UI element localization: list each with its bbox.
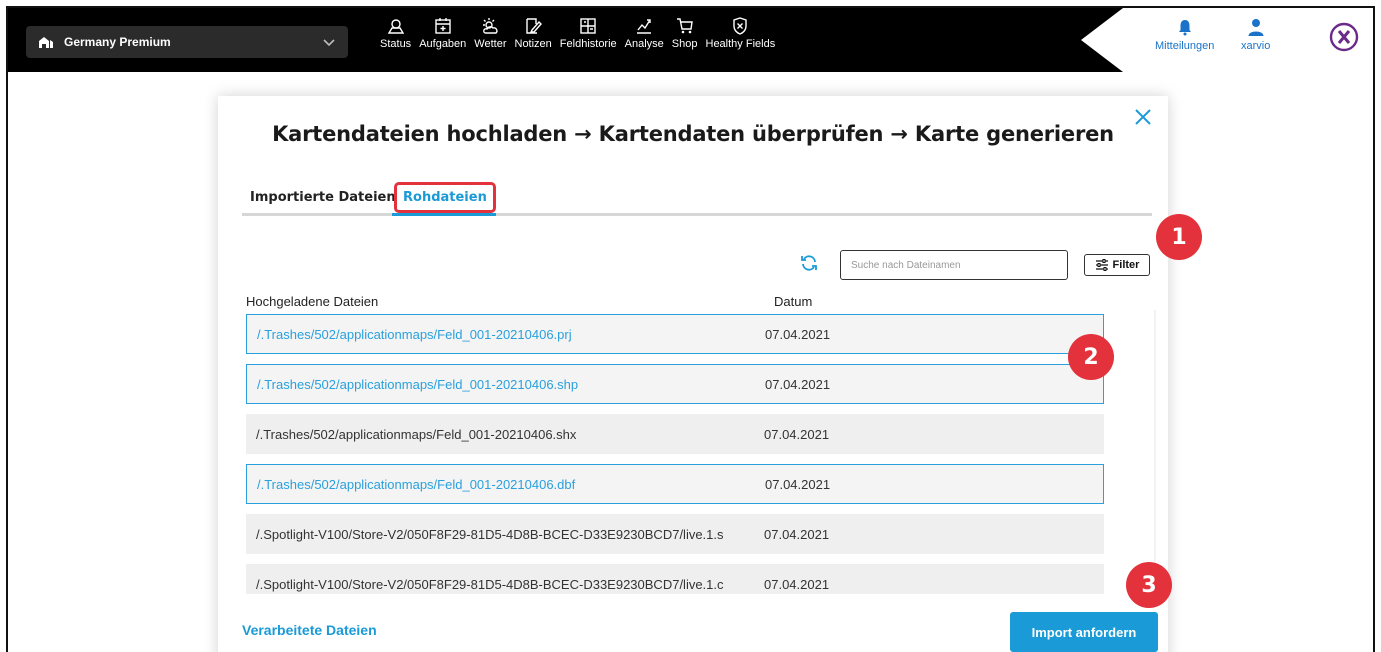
chevron-down-icon <box>323 39 335 47</box>
file-name: /.Trashes/502/applicationmaps/Feld_001-2… <box>257 476 576 492</box>
user-icon <box>1248 19 1264 36</box>
status-icon <box>387 19 404 34</box>
file-name: /.Spotlight-V100/Store-V2/050F8F29-81D5-… <box>256 526 724 542</box>
file-row[interactable]: /.Trashes/502/applicationmaps/Feld_001-2… <box>246 414 1104 454</box>
nav-healthy-fields[interactable]: Healthy Fields <box>705 16 776 66</box>
file-tabs: Importierte Dateien Rohdateien <box>242 182 1152 216</box>
file-date: 07.04.2021 <box>765 326 831 342</box>
analysis-icon <box>637 19 652 34</box>
topbar-notch <box>1081 8 1123 72</box>
upload-map-dialog: Kartendateien hochladen → Kartendaten üb… <box>218 96 1168 652</box>
nav-field-history[interactable]: Feldhistorie <box>560 16 617 66</box>
calendar-icon <box>435 18 451 34</box>
file-name: /.Trashes/502/applicationmaps/Feld_001-2… <box>256 426 577 442</box>
main-nav: Status Aufgaben Wetter Notizen Feldhisto… <box>380 16 783 66</box>
farm-icon <box>39 37 53 48</box>
user-area: Mitteilungen xarvio <box>1081 8 1373 72</box>
file-row[interactable]: /.Spotlight-V100/Store-V2/050F8F29-81D5-… <box>246 514 1104 554</box>
nav-weather[interactable]: Wetter <box>474 16 507 66</box>
filter-icon <box>1095 259 1108 271</box>
tab-imported-files[interactable]: Importierte Dateien <box>250 190 396 205</box>
search-input[interactable] <box>840 250 1068 280</box>
file-date: 07.04.2021 <box>764 426 830 442</box>
column-header-date: Datum <box>774 294 813 309</box>
dialog-title: Kartendateien hochladen → Kartendaten üb… <box>272 122 1114 146</box>
xarvio-logo <box>1329 22 1359 52</box>
file-row[interactable]: /.Spotlight-V100/Store-V2/050F8F29-81D5-… <box>246 564 1104 594</box>
nav-notes-label: Notizen <box>514 38 552 50</box>
nav-shop[interactable]: Shop <box>672 16 698 66</box>
nav-field-history-label: Feldhistorie <box>559 38 617 50</box>
notes-icon <box>526 18 543 34</box>
file-row[interactable]: /.Trashes/502/applicationmaps/Feld_001-2… <box>246 364 1104 404</box>
nav-shop-label: Shop <box>671 38 698 50</box>
column-header-files: Hochgeladene Dateien <box>246 294 379 309</box>
nav-tasks[interactable]: Aufgaben <box>419 16 466 66</box>
request-import-button[interactable]: Import anfordern <box>1010 612 1158 652</box>
file-date: 07.04.2021 <box>764 576 830 592</box>
field-history-icon <box>580 18 596 34</box>
notifications-button[interactable]: Mitteilungen <box>1155 18 1214 52</box>
nav-analysis-label: Analyse <box>624 38 664 50</box>
filter-button[interactable]: Filter <box>1084 254 1150 276</box>
farm-name: Germany Premium <box>64 35 171 49</box>
farm-selector[interactable]: Germany Premium <box>26 26 348 58</box>
nav-analysis[interactable]: Analyse <box>625 16 664 66</box>
user-label: xarvio <box>1241 40 1271 52</box>
refresh-icon[interactable] <box>800 254 818 272</box>
filter-label: Filter <box>1112 259 1140 271</box>
file-name: /.Spotlight-V100/Store-V2/050F8F29-81D5-… <box>256 576 724 592</box>
notifications-label: Mitteilungen <box>1155 40 1215 52</box>
file-name: /.Trashes/502/applicationmaps/Feld_001-2… <box>257 376 579 392</box>
file-date: 07.04.2021 <box>765 376 831 392</box>
annotation-badge: 3 <box>1126 562 1172 608</box>
bell-icon <box>1178 20 1191 36</box>
top-navigation-bar: Germany Premium Status Aufgaben Wetter N… <box>8 8 1373 72</box>
app-frame: Germany Premium Status Aufgaben Wetter N… <box>6 6 1375 652</box>
healthy-fields-icon <box>733 17 748 35</box>
nav-status-label: Status <box>380 38 412 50</box>
nav-weather-label: Wetter <box>474 38 507 50</box>
processed-files-link[interactable]: Verarbeitete Dateien <box>242 622 377 638</box>
file-date: 07.04.2021 <box>764 526 830 542</box>
active-tab-indicator <box>392 213 496 216</box>
weather-icon <box>483 18 498 34</box>
cart-icon <box>676 18 693 34</box>
file-name: /.Trashes/502/applicationmaps/Feld_001-2… <box>257 326 572 342</box>
nav-tasks-label: Aufgaben <box>419 38 467 50</box>
file-list: /.Trashes/502/applicationmaps/Feld_001-2… <box>246 310 1156 594</box>
annotation-badge: 2 <box>1068 334 1114 380</box>
user-menu-button[interactable]: xarvio <box>1241 18 1270 52</box>
nav-healthy-fields-label: Healthy Fields <box>705 38 776 50</box>
annotation-badge: 1 <box>1156 214 1202 260</box>
nav-notes[interactable]: Notizen <box>515 16 552 66</box>
file-date: 07.04.2021 <box>765 476 831 492</box>
file-row[interactable]: /.Trashes/502/applicationmaps/Feld_001-2… <box>246 314 1104 354</box>
file-row[interactable]: /.Trashes/502/applicationmaps/Feld_001-2… <box>246 464 1104 504</box>
tab-raw-files[interactable]: Rohdateien <box>394 182 496 213</box>
scrollbar[interactable] <box>1154 310 1156 594</box>
nav-status[interactable]: Status <box>380 16 411 66</box>
